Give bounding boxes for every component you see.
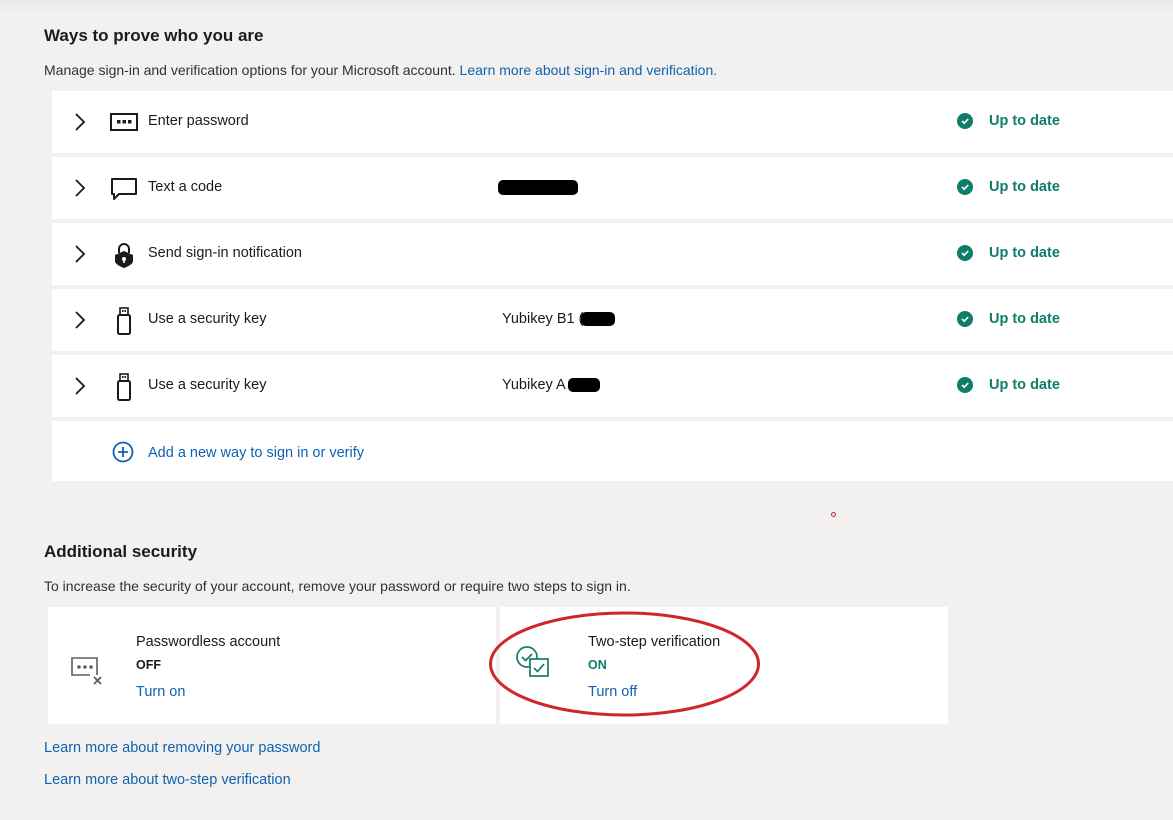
check-circle-icon (957, 311, 973, 327)
chat-icon (111, 178, 137, 200)
card-state: OFF (136, 658, 161, 672)
card-title: Two-step verification (588, 634, 721, 650)
additional-security-cards: Passwordless account OFF Turn on Two-ste… (48, 607, 948, 724)
chevron-right-icon[interactable] (72, 309, 88, 331)
section-title-additional: Additional security (44, 542, 198, 561)
chevron-right-icon[interactable] (72, 243, 88, 265)
method-label: Use a security key (148, 377, 267, 393)
usb-key-icon (117, 307, 131, 335)
passwordless-icon (71, 657, 102, 685)
check-circle-icon (957, 113, 973, 129)
learn-more-two-step-link[interactable]: Learn more about two-step verification (44, 772, 291, 788)
status-text: Up to date (989, 377, 1060, 393)
add-method-row[interactable]: Add a new way to sign in or verify (52, 421, 1173, 481)
card-passwordless: Passwordless account OFF Turn on (48, 607, 496, 724)
status-text: Up to date (989, 311, 1060, 327)
method-status: Up to date (957, 377, 1060, 393)
check-circle-icon (957, 245, 973, 261)
method-label: Send sign-in notification (148, 245, 302, 261)
method-detail: Yubikey A (502, 377, 600, 393)
status-text: Up to date (989, 179, 1060, 195)
password-icon (110, 113, 138, 131)
add-method-link[interactable]: Add a new way to sign in or verify (148, 445, 364, 461)
method-status: Up to date (957, 179, 1060, 195)
method-row-security-key-a[interactable]: Use a security key Yubikey A Up to date (52, 355, 1173, 417)
plus-circle-icon[interactable] (112, 441, 134, 463)
usb-key-icon (117, 373, 131, 401)
turn-on-link[interactable]: Turn on (136, 684, 185, 700)
redaction-mark (498, 179, 578, 195)
redaction-mark (581, 312, 616, 327)
section-description-ways: Manage sign-in and verification options … (44, 62, 717, 78)
method-label: Enter password (148, 113, 249, 129)
method-status: Up to date (957, 245, 1060, 261)
learn-more-signin-link[interactable]: Learn more about sign-in and verificatio… (460, 62, 718, 78)
method-row-password[interactable]: Enter password Up to date (52, 91, 1173, 153)
learn-more-remove-password-link[interactable]: Learn more about removing your password (44, 740, 320, 756)
card-title: Passwordless account (136, 634, 281, 650)
top-band (0, 0, 1173, 14)
chevron-right-icon[interactable] (72, 375, 88, 397)
chevron-right-icon[interactable] (72, 177, 88, 199)
method-label: Use a security key (148, 311, 267, 327)
method-row-notification[interactable]: Send sign-in notification Up to date (52, 223, 1173, 285)
method-status: Up to date (957, 113, 1060, 129)
method-row-security-key-b1[interactable]: Use a security key Yubikey B1 ( Up to da… (52, 289, 1173, 351)
check-circle-icon (957, 179, 973, 195)
verification-methods-list: Enter password Up to date Text a code Up… (52, 91, 1173, 481)
card-state: ON (588, 658, 607, 672)
method-label: Text a code (148, 179, 223, 195)
method-detail: Yubikey B1 ( (502, 311, 616, 327)
status-text: Up to date (989, 113, 1060, 129)
description-text: Manage sign-in and verification options … (44, 62, 456, 78)
section-description-additional: To increase the security of your account… (44, 578, 631, 594)
section-title-ways: Ways to prove who you are (44, 26, 264, 45)
check-circle-icon (957, 377, 973, 393)
lock-icon (115, 243, 133, 268)
status-text: Up to date (989, 245, 1060, 261)
method-status: Up to date (957, 311, 1060, 327)
annotation-dot (831, 512, 836, 517)
redaction-mark (567, 378, 600, 393)
card-two-step: Two-step verification ON Turn off (500, 607, 948, 724)
method-row-text-code[interactable]: Text a code Up to date (52, 157, 1173, 219)
chevron-right-icon[interactable] (72, 111, 88, 133)
turn-off-link[interactable]: Turn off (588, 684, 637, 700)
two-step-icon (516, 646, 549, 677)
method-detail (498, 179, 578, 195)
